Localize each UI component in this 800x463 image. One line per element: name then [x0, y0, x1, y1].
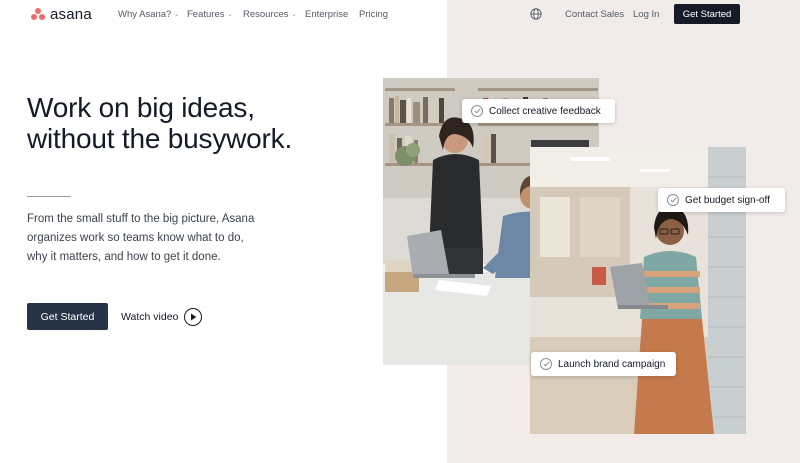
hero-get-started-button[interactable]: Get Started — [27, 303, 108, 330]
check-circle-icon — [667, 194, 679, 206]
nav-pricing[interactable]: Pricing — [359, 9, 388, 20]
nav-why-asana[interactable]: Why Asana? ⌄ — [118, 9, 179, 20]
chevron-down-icon: ⌄ — [227, 12, 233, 18]
chevron-down-icon: ⌄ — [291, 12, 297, 18]
nav-features[interactable]: Features ⌄ — [187, 9, 233, 20]
chevron-down-icon: ⌄ — [174, 12, 180, 18]
contact-sales-link[interactable]: Contact Sales — [565, 9, 624, 20]
hero-divider — [27, 196, 71, 197]
logo-wordmark: asana — [50, 5, 92, 23]
watch-video-label: Watch video — [121, 310, 179, 323]
task-tag-collect-feedback: Collect creative feedback — [462, 99, 615, 123]
task-tag-launch-campaign: Launch brand campaign — [531, 352, 676, 376]
asana-logo[interactable]: asana — [31, 5, 92, 23]
nav-enterprise[interactable]: Enterprise — [305, 9, 348, 20]
nav-resources[interactable]: Resources ⌄ — [243, 9, 296, 20]
asana-logo-icon — [31, 8, 45, 20]
globe-icon[interactable] — [530, 8, 542, 20]
hero-subtext: From the small stuff to the big picture,… — [27, 213, 255, 263]
hero-headline: Work on big ideas, without the busywork. — [27, 92, 293, 154]
log-in-link[interactable]: Log In — [633, 9, 659, 20]
play-icon — [184, 307, 203, 326]
check-circle-icon — [471, 105, 483, 117]
top-navigation: asana Why Asana? ⌄ Features ⌄ Resources ⌄ E… — [0, 0, 800, 28]
watch-video-button[interactable]: Watch video — [121, 307, 203, 326]
nav-get-started-button[interactable]: Get Started — [674, 4, 740, 24]
check-circle-icon — [540, 358, 552, 370]
task-tag-budget-signoff: Get budget sign-off — [658, 188, 785, 212]
